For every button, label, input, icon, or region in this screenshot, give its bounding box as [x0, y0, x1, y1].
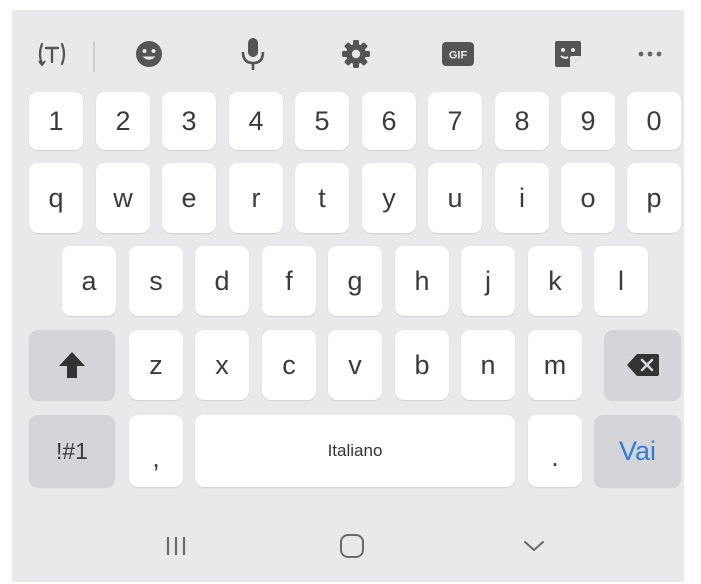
key-label: c — [282, 349, 296, 380]
key-k[interactable]: k — [528, 246, 582, 316]
key-5[interactable]: 5 — [295, 92, 349, 150]
symbols-label: !#1 — [56, 437, 88, 464]
key-label: f — [285, 265, 293, 296]
key-label: m — [543, 349, 567, 380]
toolbar-divider — [93, 42, 95, 72]
key-label: j — [485, 265, 491, 296]
key-label: a — [81, 265, 97, 296]
key-n[interactable]: n — [461, 330, 515, 400]
key-p[interactable]: p — [627, 163, 681, 233]
go-key[interactable]: Vai — [594, 415, 681, 487]
backspace-key[interactable] — [604, 330, 681, 400]
gif-label: GIF — [449, 50, 468, 62]
key-o[interactable]: o — [561, 163, 615, 233]
key-label: p — [646, 182, 662, 213]
gif-icon[interactable]: GIF — [438, 34, 478, 74]
key-label: u — [447, 182, 463, 213]
key-l[interactable]: l — [594, 246, 648, 316]
key-b[interactable]: b — [395, 330, 449, 400]
key-label: v — [348, 349, 362, 380]
shift-key[interactable] — [29, 330, 115, 400]
key-label: t — [318, 182, 326, 213]
key-r[interactable]: r — [229, 163, 283, 233]
period-label: . — [551, 441, 559, 472]
key-label: o — [580, 182, 596, 213]
key-label: 6 — [381, 105, 397, 136]
key-label: w — [113, 182, 133, 213]
key-h[interactable]: h — [395, 246, 449, 316]
key-label: n — [480, 349, 496, 380]
key-f[interactable]: f — [262, 246, 316, 316]
key-7[interactable]: 7 — [428, 92, 482, 150]
key-label: 9 — [580, 105, 596, 136]
key-label: r — [251, 182, 261, 213]
microphone-icon[interactable] — [233, 34, 273, 74]
key-m[interactable]: m — [528, 330, 582, 400]
key-label: e — [181, 182, 197, 213]
key-label: g — [347, 265, 363, 296]
key-6[interactable]: 6 — [362, 92, 416, 150]
shift-arrow-icon — [59, 352, 85, 378]
home-icon[interactable] — [327, 526, 377, 566]
key-label: 5 — [314, 105, 330, 136]
comma-key[interactable]: , — [129, 415, 183, 487]
key-d[interactable]: d — [195, 246, 249, 316]
key-i[interactable]: i — [495, 163, 549, 233]
key-y[interactable]: y — [362, 163, 416, 233]
key-4[interactable]: 4 — [229, 92, 283, 150]
symbols-key[interactable]: !#1 — [29, 415, 115, 487]
key-q[interactable]: q — [29, 163, 83, 233]
key-label: h — [414, 265, 430, 296]
key-label: l — [618, 265, 624, 296]
key-1[interactable]: 1 — [29, 92, 83, 150]
more-options-icon[interactable] — [630, 34, 670, 74]
key-w[interactable]: w — [96, 163, 150, 233]
period-key[interactable]: . — [528, 415, 582, 487]
key-label: s — [149, 265, 163, 296]
key-a[interactable]: a — [62, 246, 116, 316]
key-3[interactable]: 3 — [162, 92, 216, 150]
keyboard: GIF 1 2 3 4 5 6 7 8 9 0 q w e r t y u i … — [12, 10, 684, 582]
key-label: i — [519, 182, 525, 213]
recent-apps-icon[interactable] — [151, 526, 201, 566]
key-c[interactable]: c — [262, 330, 316, 400]
key-9[interactable]: 9 — [561, 92, 615, 150]
key-v[interactable]: v — [328, 330, 382, 400]
key-u[interactable]: u — [428, 163, 482, 233]
text-translate-icon[interactable] — [32, 34, 72, 74]
key-label: 2 — [115, 105, 131, 136]
key-label: y — [382, 182, 396, 213]
key-label: 8 — [514, 105, 530, 136]
emoji-icon[interactable] — [129, 34, 169, 74]
key-0[interactable]: 0 — [627, 92, 681, 150]
key-label: x — [215, 349, 229, 380]
key-z[interactable]: z — [129, 330, 183, 400]
key-label: 7 — [447, 105, 463, 136]
key-label: 0 — [646, 105, 662, 136]
key-label: 1 — [48, 105, 64, 136]
key-8[interactable]: 8 — [495, 92, 549, 150]
go-label: Vai — [618, 435, 657, 466]
key-e[interactable]: e — [162, 163, 216, 233]
key-x[interactable]: x — [195, 330, 249, 400]
hide-keyboard-icon[interactable] — [509, 526, 559, 566]
key-j[interactable]: j — [461, 246, 515, 316]
key-s[interactable]: s — [129, 246, 183, 316]
key-label: 3 — [181, 105, 197, 136]
space-bar[interactable]: Italiano — [195, 415, 515, 487]
key-label: q — [48, 182, 64, 213]
key-g[interactable]: g — [328, 246, 382, 316]
key-label: 4 — [248, 105, 264, 136]
settings-gear-icon[interactable] — [336, 34, 376, 74]
key-label: b — [414, 349, 430, 380]
key-label: k — [548, 265, 562, 296]
space-language-label: Italiano — [327, 441, 383, 460]
key-2[interactable]: 2 — [96, 92, 150, 150]
key-t[interactable]: t — [295, 163, 349, 233]
sticker-icon[interactable] — [548, 34, 588, 74]
key-label: z — [149, 349, 163, 380]
comma-label: , — [152, 442, 160, 473]
key-label: d — [214, 265, 230, 296]
backspace-icon — [626, 354, 659, 376]
